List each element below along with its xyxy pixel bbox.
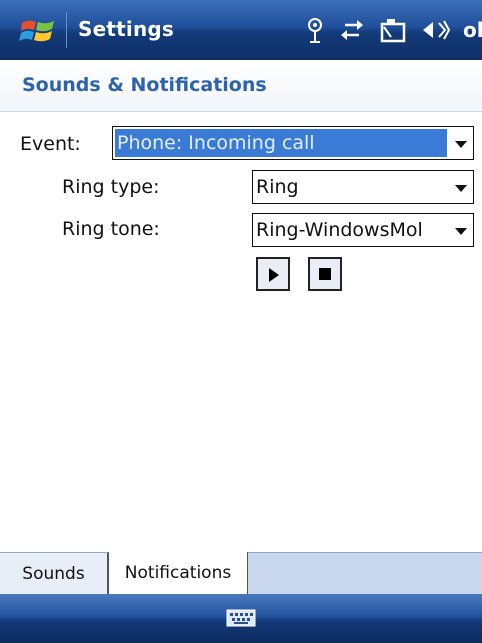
ring-tone-label: Ring tone: <box>62 218 160 240</box>
tab-sounds[interactable]: Sounds <box>0 553 108 594</box>
ring-tone-dropdown[interactable]: Ring-WindowsMol <box>252 213 474 247</box>
chevron-down-icon <box>455 228 467 235</box>
ring-type-label: Ring type: <box>62 176 160 198</box>
battery-icon[interactable] <box>379 17 407 43</box>
page-header: Sounds & Notifications <box>0 60 482 112</box>
chevron-down-icon <box>455 141 467 148</box>
tab-bar: Sounds Notifications <box>0 552 482 594</box>
antenna-icon[interactable] <box>305 16 325 44</box>
event-label: Event: <box>20 133 81 155</box>
speaker-icon[interactable] <box>421 18 451 42</box>
play-button[interactable] <box>256 257 290 291</box>
keyboard-icon[interactable] <box>226 608 256 628</box>
ring-tone-value: Ring-WindowsMol <box>256 219 423 241</box>
sync-arrows-icon[interactable] <box>339 18 365 42</box>
ring-type-dropdown[interactable]: Ring <box>252 170 474 204</box>
app-title: Settings <box>78 17 175 41</box>
event-dropdown[interactable]: Phone: Incoming call <box>112 126 474 160</box>
title-bar: Settings ok <box>0 0 482 60</box>
softkey-bar <box>0 594 482 643</box>
settings-form: Event: Phone: Incoming call Ring type: R… <box>0 112 482 552</box>
title-separator <box>66 12 67 48</box>
tab-notifications[interactable]: Notifications <box>108 552 248 594</box>
chevron-down-icon <box>455 185 467 192</box>
play-icon <box>269 268 279 282</box>
event-value: Phone: Incoming call <box>115 129 447 157</box>
ring-type-value: Ring <box>256 176 299 198</box>
stop-button[interactable] <box>308 257 342 291</box>
stop-icon <box>319 268 331 280</box>
ok-button[interactable]: ok <box>463 18 482 42</box>
page-title: Sounds & Notifications <box>22 74 267 96</box>
windows-flag-icon[interactable] <box>18 15 58 45</box>
status-icons: ok <box>291 12 482 48</box>
